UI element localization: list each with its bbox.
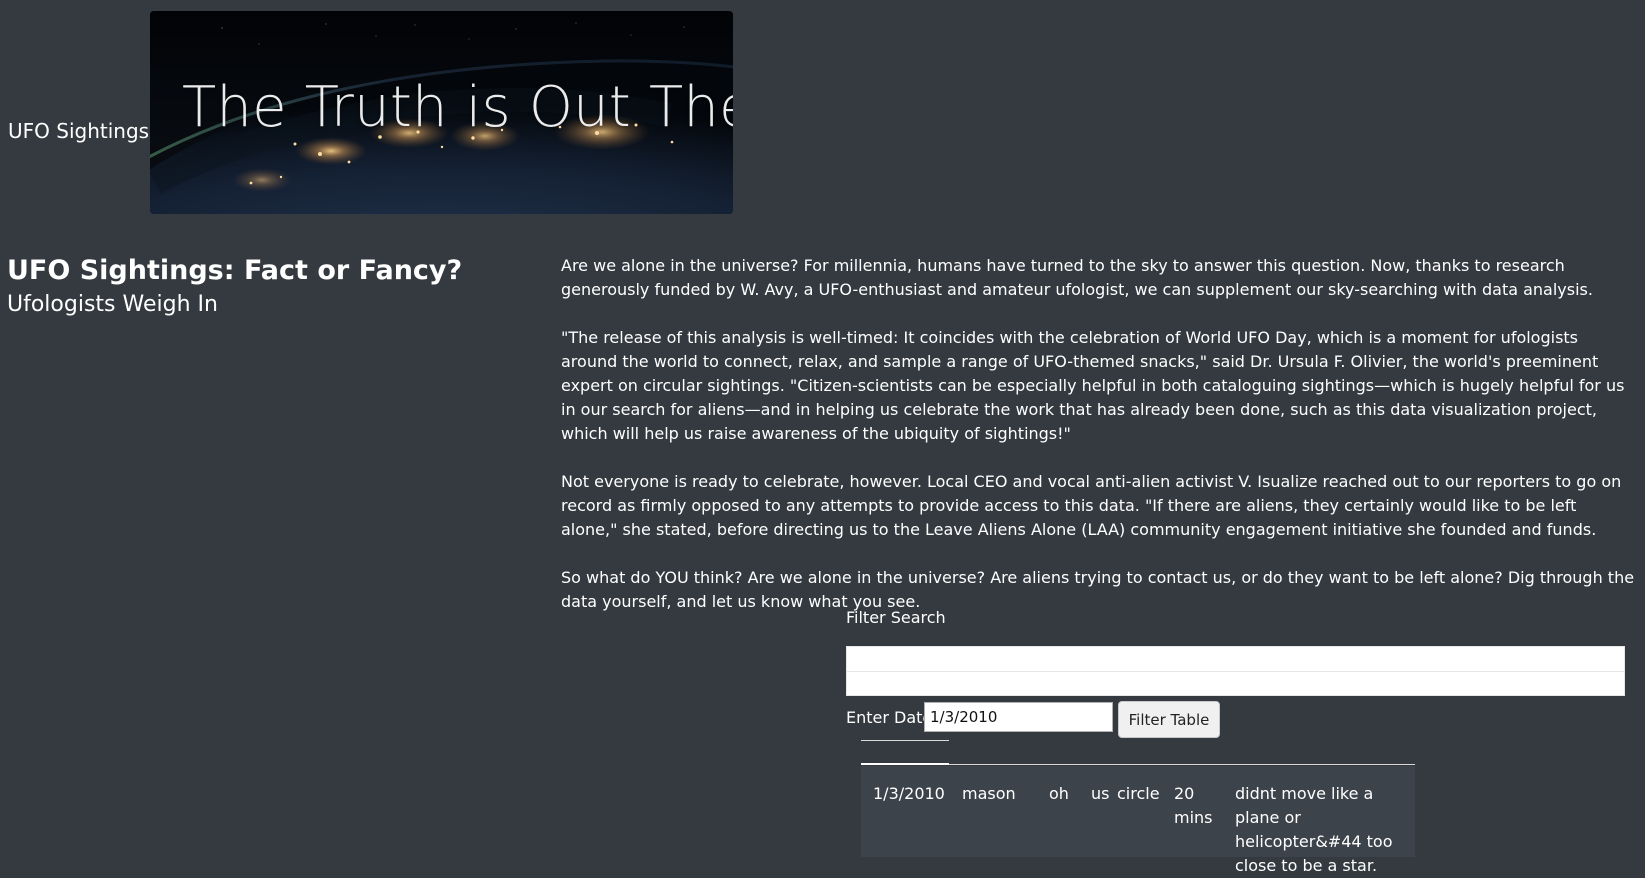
article-body: Are we alone in the universe? For millen…: [561, 254, 1637, 638]
date-label: Enter Date: [846, 708, 933, 727]
page-title: UFO Sightings: Fact or Fancy?: [7, 255, 463, 286]
comment-cell: didnt move like a plane or helicopter&#4…: [1235, 784, 1393, 875]
shape-cell: circle: [1117, 784, 1160, 803]
filter-options-list: [846, 646, 1625, 696]
filter-title: Filter Search: [846, 608, 946, 627]
top-navbar: UFO Sightings The Truth is Out Th: [0, 0, 1645, 220]
country-cell: us: [1091, 784, 1110, 803]
date-input[interactable]: [924, 702, 1113, 732]
article-paragraph: Are we alone in the universe? For millen…: [561, 256, 1593, 299]
page-subtitle: Ufologists Weigh In: [7, 292, 218, 317]
duration-cell: 20 mins: [1174, 784, 1213, 827]
banner-headline: The Truth is Out There: [182, 75, 733, 140]
page-heading: UFO Sightings: Fact or Fancy? Ufologists…: [7, 255, 527, 319]
article-paragraph: "The release of this analysis is well-ti…: [561, 328, 1625, 443]
filter-options-divider: [847, 671, 1624, 672]
table-header-divider: [949, 764, 1415, 765]
table-top-divider: [861, 740, 949, 741]
city-cell: mason: [962, 784, 1016, 803]
table-header-divider: [861, 763, 949, 765]
table-row: 1/3/2010 mason oh us circle 20 mins didn…: [861, 766, 1415, 875]
results-table: 1/3/2010 mason oh us circle 20 mins didn…: [861, 732, 1415, 875]
state-cell: oh: [1049, 784, 1069, 803]
hero-banner: The Truth is Out There: [150, 11, 733, 214]
date-cell: 1/3/2010: [873, 784, 945, 803]
brand-link[interactable]: UFO Sightings: [8, 118, 149, 144]
article-paragraph: So what do YOU think? Are we alone in th…: [561, 568, 1635, 611]
article-paragraph: Not everyone is ready to celebrate, howe…: [561, 472, 1622, 539]
